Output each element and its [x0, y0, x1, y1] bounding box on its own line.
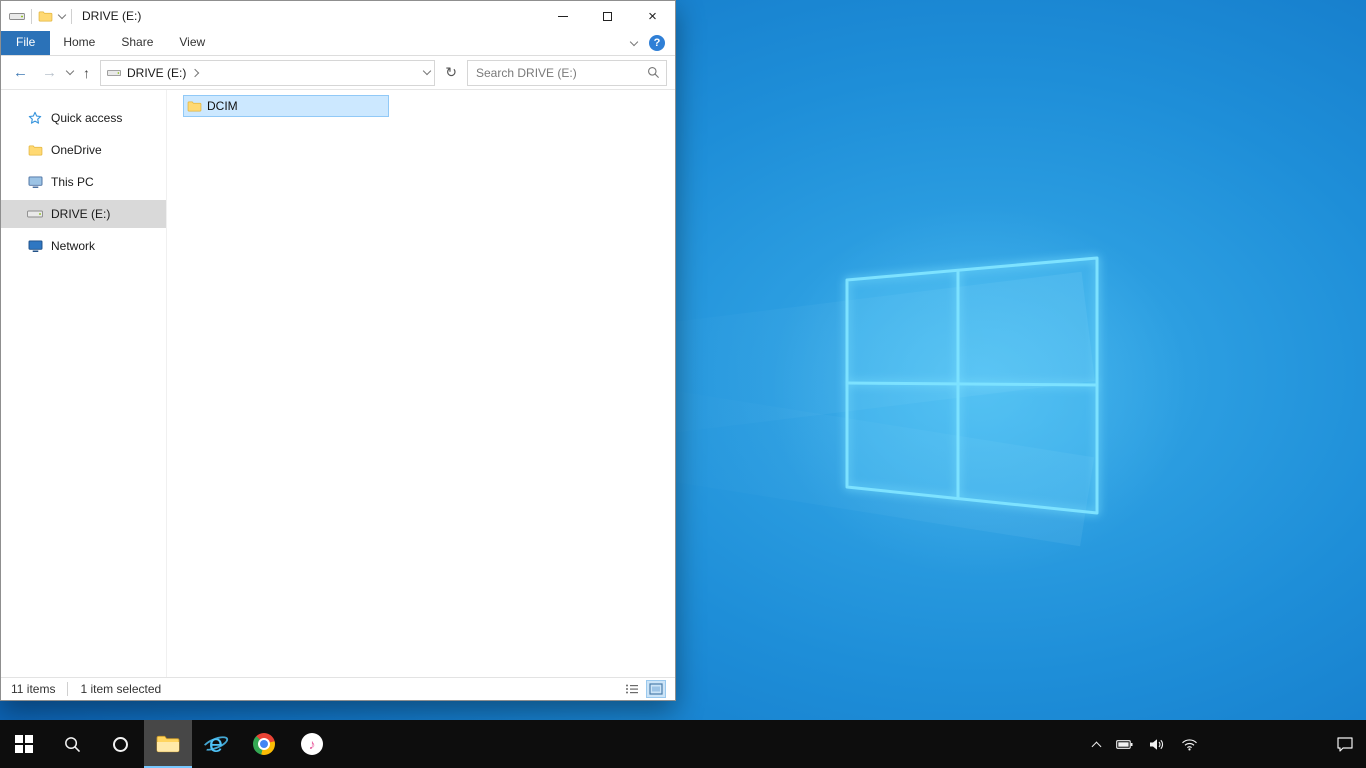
taskbar-search-button[interactable]	[48, 720, 96, 768]
cortana-button[interactable]	[96, 720, 144, 768]
ribbon-right-controls: ?	[629, 31, 675, 55]
forward-button[interactable]: →	[38, 63, 61, 82]
internet-explorer-button[interactable]: e	[192, 720, 240, 768]
battery-button[interactable]	[1114, 737, 1135, 752]
details-view-icon	[626, 684, 638, 694]
window-title: DRIVE (E:)	[82, 9, 142, 23]
sidebar-item-network[interactable]: Network	[1, 232, 166, 260]
start-button[interactable]	[0, 720, 48, 768]
sidebar-item-onedrive[interactable]: OneDrive	[1, 136, 166, 164]
main-area: Quick access OneDrive This PC DRIVE (E:)…	[1, 90, 675, 677]
windows-logo-icon	[15, 735, 33, 753]
wifi-icon	[1182, 738, 1197, 750]
back-button[interactable]: ←	[9, 63, 32, 82]
sidebar-item-label: This PC	[51, 175, 94, 189]
refresh-button[interactable]: ↻	[441, 64, 461, 81]
ribbon-tabs: File Home Share View ?	[1, 31, 675, 56]
itunes-button[interactable]: ♪	[288, 720, 336, 768]
cortana-icon	[112, 736, 128, 752]
drive-icon	[27, 210, 43, 218]
close-button[interactable]: ×	[630, 1, 675, 31]
speaker-icon	[1150, 738, 1163, 750]
window-controls: ×	[540, 1, 675, 31]
itunes-icon: ♪	[301, 733, 323, 755]
battery-icon	[1116, 739, 1133, 749]
drive-icon	[107, 69, 121, 76]
sidebar-item-label: Network	[51, 239, 96, 253]
expand-ribbon-chevron-icon[interactable]	[629, 37, 639, 46]
up-button[interactable]: ↑	[79, 64, 94, 82]
address-bar[interactable]: DRIVE (E:)	[100, 59, 436, 86]
minimize-button[interactable]	[540, 1, 585, 31]
file-explorer-window: DRIVE (E:) × File Home Share View ? ← → …	[0, 0, 676, 701]
tab-file[interactable]: File	[1, 31, 51, 55]
network-icon	[27, 239, 43, 253]
maximize-icon	[603, 11, 612, 21]
volume-button[interactable]	[1147, 736, 1167, 753]
taskbar-file-explorer-button[interactable]	[144, 720, 192, 768]
file-list[interactable]: DCIM	[167, 90, 675, 677]
chrome-icon	[253, 733, 275, 755]
folder-icon	[187, 101, 202, 112]
separator	[31, 8, 32, 24]
search-input[interactable]	[474, 64, 643, 81]
title-bar[interactable]: DRIVE (E:) ×	[1, 1, 675, 31]
large-icons-view-button[interactable]	[646, 680, 666, 698]
windows-logo	[845, 256, 1099, 515]
large-icons-view-icon	[649, 683, 663, 695]
file-item-name: DCIM	[207, 99, 238, 113]
separator	[67, 682, 69, 696]
navigation-pane: Quick access OneDrive This PC DRIVE (E:)…	[1, 90, 167, 677]
selection-count: 1 item selected	[80, 682, 162, 696]
sidebar-item-label: Quick access	[51, 111, 123, 125]
search-icon[interactable]	[647, 66, 660, 79]
tab-share[interactable]: Share	[108, 31, 166, 55]
separator	[71, 8, 72, 24]
breadcrumb[interactable]: DRIVE (E:)	[127, 66, 186, 80]
details-view-button[interactable]	[623, 681, 641, 697]
tab-home[interactable]: Home	[50, 31, 108, 55]
sidebar-item-quick-access[interactable]: Quick access	[1, 104, 166, 132]
taskbar: e ♪	[0, 720, 1366, 768]
search-box[interactable]	[467, 59, 667, 86]
sidebar-item-this-pc[interactable]: This PC	[1, 168, 166, 196]
search-icon	[64, 736, 80, 752]
file-item-dcim[interactable]: DCIM	[183, 95, 389, 117]
quick-access-toolbar: DRIVE (E:)	[1, 8, 142, 24]
folder-icon[interactable]	[38, 10, 53, 22]
tab-view[interactable]: View	[166, 31, 218, 55]
close-icon: ×	[648, 7, 657, 25]
music-note-icon: ♪	[308, 736, 316, 752]
history-chevron-icon[interactable]	[65, 66, 75, 76]
action-center-icon	[1337, 737, 1353, 752]
show-hidden-icons-button[interactable]	[1091, 737, 1102, 752]
chrome-button[interactable]	[240, 720, 288, 768]
ie-icon: e	[200, 730, 231, 758]
drive-icon	[9, 12, 25, 20]
sidebar-item-label: DRIVE (E:)	[51, 207, 111, 221]
folder-icon	[27, 144, 43, 156]
star-icon	[27, 111, 43, 125]
minimize-icon	[557, 15, 568, 17]
address-dropdown-chevron-icon[interactable]	[423, 66, 432, 76]
qat-chevron-down-icon[interactable]	[57, 10, 67, 19]
network-button[interactable]	[1179, 736, 1200, 753]
chevron-up-icon	[1091, 741, 1102, 751]
breadcrumb-chevron-icon[interactable]	[191, 68, 200, 77]
maximize-button[interactable]	[585, 1, 630, 31]
status-bar: 11 items 1 item selected	[1, 677, 675, 700]
sidebar-item-label: OneDrive	[51, 143, 102, 157]
action-center-button[interactable]	[1334, 734, 1356, 754]
view-toggles	[623, 680, 666, 698]
computer-icon	[27, 175, 43, 189]
items-count: 11 items	[11, 682, 56, 696]
folder-icon	[156, 735, 180, 752]
sidebar-item-drive-e[interactable]: DRIVE (E:)	[1, 200, 166, 228]
system-tray	[1091, 720, 1366, 768]
help-button[interactable]: ?	[649, 35, 665, 51]
navigation-bar: ← → ↑ DRIVE (E:) ↻	[1, 56, 675, 90]
